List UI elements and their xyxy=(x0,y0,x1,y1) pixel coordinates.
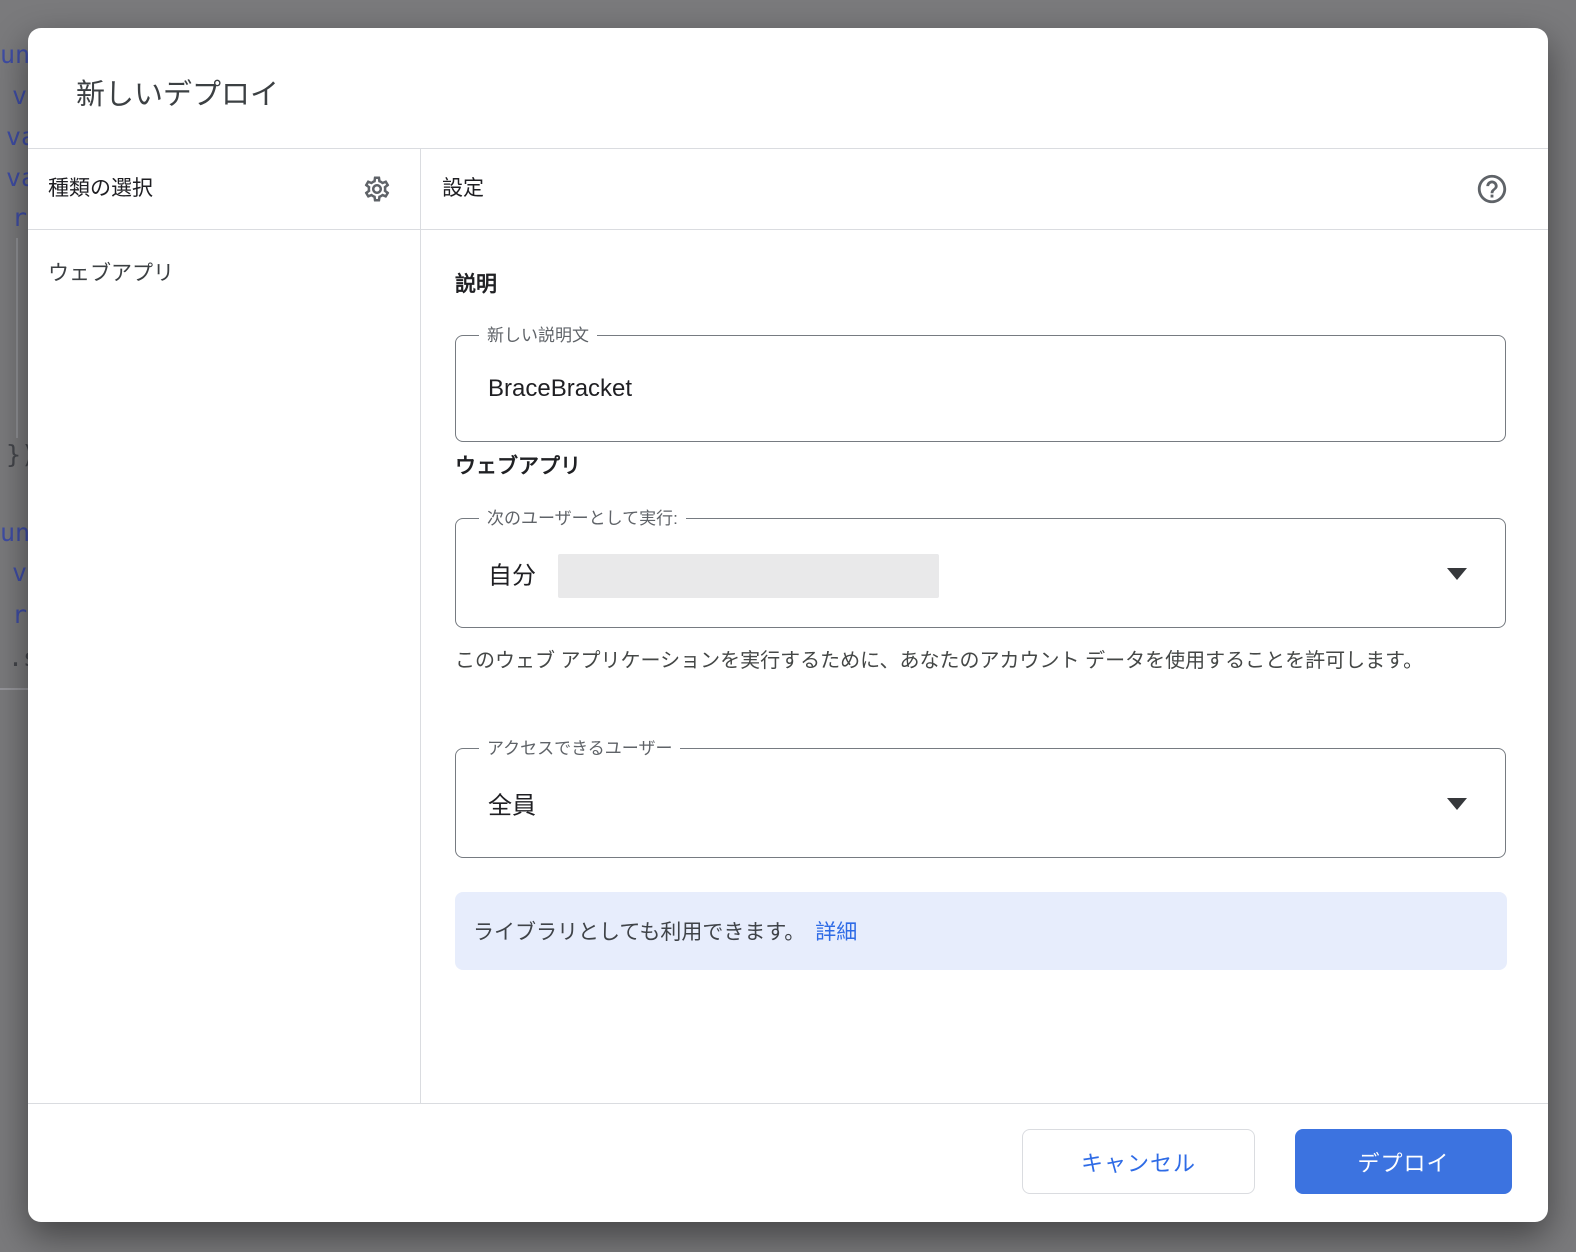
dialog-title: 新しいデプロイ xyxy=(76,76,279,114)
library-info-text: ライブラリとしても利用できます。 xyxy=(473,916,805,946)
access-label: アクセスできるユーザー xyxy=(479,737,680,760)
description-field: 新しい説明文 xyxy=(455,335,1506,442)
execute-as-select[interactable]: 次のユーザーとして実行: 自分 xyxy=(455,518,1506,628)
indent-guide xyxy=(16,238,18,438)
help-button[interactable] xyxy=(1475,172,1509,206)
description-input[interactable] xyxy=(488,336,1468,441)
settings-header: 設定 xyxy=(442,174,484,204)
execute-as-help-text: このウェブ アプリケーションを実行するために、あなたのアカウント データを使用す… xyxy=(455,642,1521,680)
divider xyxy=(28,148,1548,149)
panel-divider xyxy=(420,148,421,1103)
select-type-header: 種類の選択 xyxy=(48,174,153,204)
execute-as-value: 自分 xyxy=(488,556,536,591)
library-details-link[interactable]: 詳細 xyxy=(815,916,857,946)
type-item-webapp[interactable]: ウェブアプリ xyxy=(48,258,398,290)
cancel-button[interactable]: キャンセル xyxy=(1022,1129,1255,1194)
new-deployment-dialog: 新しいデプロイ 種類の選択 ウェブアプリ 設定 説明 新しい説明文 ウェブアプリ… xyxy=(28,28,1548,1222)
divider xyxy=(28,229,1548,230)
footer-divider xyxy=(28,1103,1548,1104)
gear-button[interactable] xyxy=(362,174,392,204)
access-value: 全員 xyxy=(488,786,536,821)
dropdown-arrow-icon xyxy=(1447,798,1467,810)
execute-as-label: 次のユーザーとして実行: xyxy=(479,507,686,530)
help-icon xyxy=(1475,193,1509,210)
access-select[interactable]: アクセスできるユーザー 全員 xyxy=(455,748,1506,858)
description-heading: 説明 xyxy=(455,270,497,300)
dropdown-arrow-icon xyxy=(1447,568,1467,580)
deploy-button[interactable]: デプロイ xyxy=(1295,1129,1512,1194)
library-info-box: ライブラリとしても利用できます。 詳細 xyxy=(455,892,1507,970)
gear-icon xyxy=(362,191,392,208)
redacted-account-email xyxy=(558,554,939,598)
webapp-heading: ウェブアプリ xyxy=(455,452,581,482)
